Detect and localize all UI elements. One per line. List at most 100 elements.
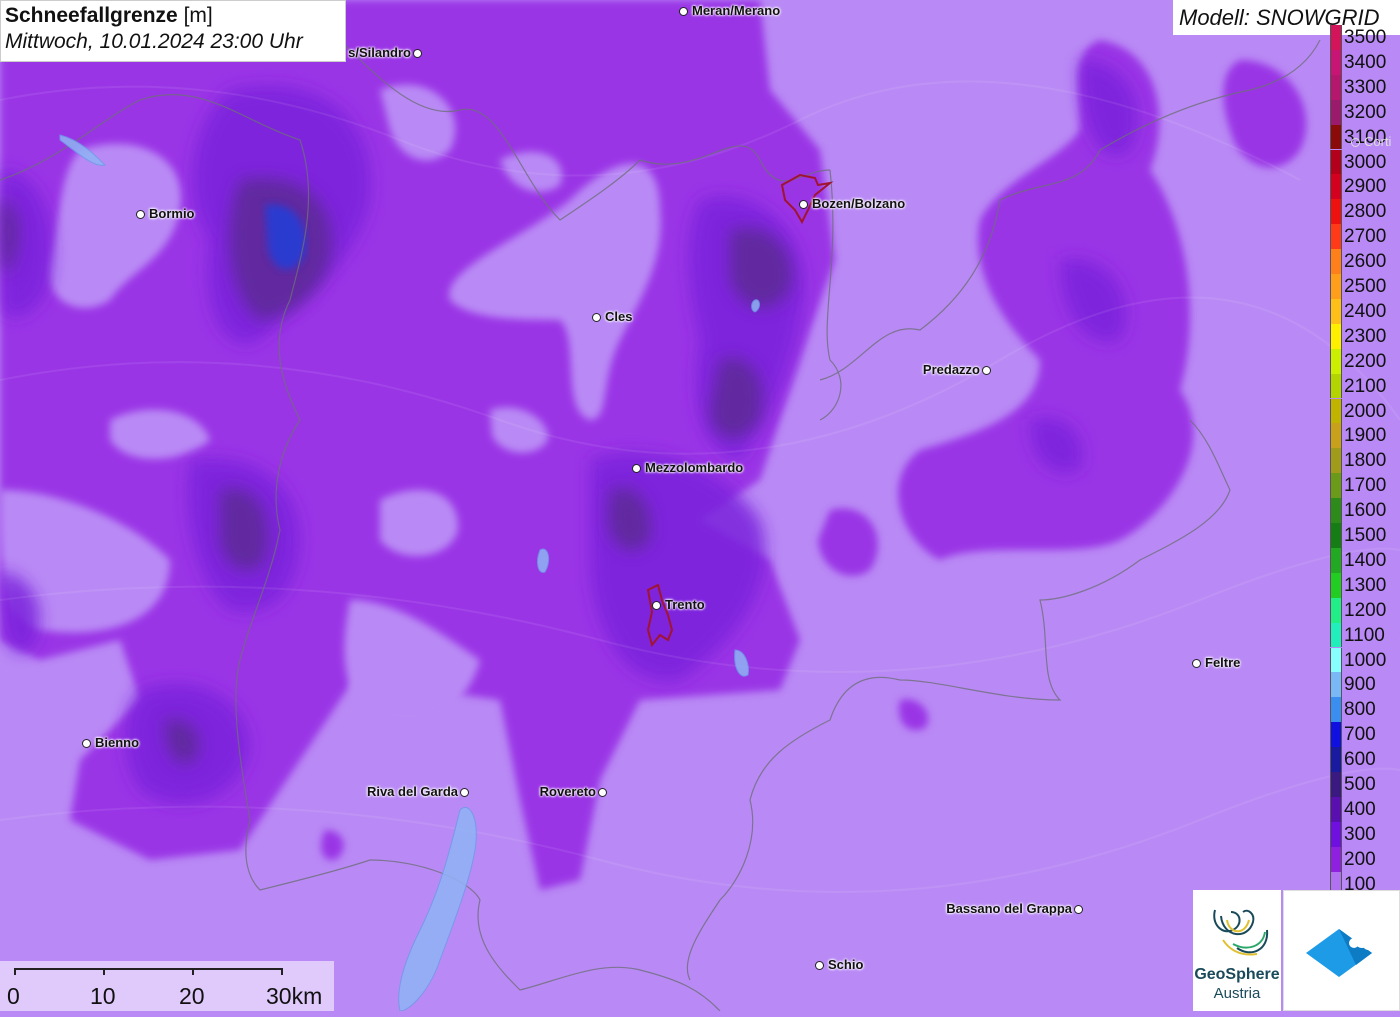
city-marker bbox=[82, 739, 91, 748]
legend-entry: 2500 bbox=[1328, 274, 1400, 299]
legend-label: 3200 bbox=[1344, 101, 1387, 123]
legend-label: 1700 bbox=[1344, 475, 1387, 497]
legend-label: 300 bbox=[1344, 823, 1376, 845]
legend-swatch bbox=[1330, 74, 1342, 100]
geosphere-swirl-icon bbox=[1213, 909, 1269, 956]
legend-entry: 800 bbox=[1328, 697, 1400, 723]
legend-swatch bbox=[1330, 448, 1342, 474]
city-label: Bienno bbox=[95, 735, 140, 750]
legend-label: 400 bbox=[1344, 798, 1376, 820]
city-label: Bozen/Bolzano bbox=[812, 196, 906, 211]
legend-label: 2800 bbox=[1344, 201, 1387, 223]
legend-label: 800 bbox=[1344, 699, 1376, 721]
legend-label: 3300 bbox=[1344, 76, 1387, 98]
legend-label: 3500 bbox=[1344, 27, 1387, 48]
legend-label: 1900 bbox=[1344, 425, 1387, 447]
legend-entry: 1700 bbox=[1328, 473, 1400, 499]
legend-entry: 1400 bbox=[1328, 547, 1400, 573]
city-marker bbox=[632, 464, 641, 473]
legend-swatch bbox=[1330, 498, 1342, 523]
legend-entry: 3000 bbox=[1328, 149, 1400, 175]
legend-label: 2500 bbox=[1344, 276, 1387, 297]
legend-swatch bbox=[1330, 647, 1342, 673]
cloud-diamond-icon bbox=[1306, 929, 1373, 977]
legend-swatch bbox=[1330, 199, 1342, 225]
legend-label: 1500 bbox=[1344, 525, 1387, 546]
legend-label: 1200 bbox=[1344, 599, 1387, 621]
geosphere-logo[interactable]: GeoSphere Austria bbox=[1193, 890, 1281, 1011]
map-title-box: Schneefallgrenze [m] Mittwoch, 10.01.202… bbox=[0, 0, 346, 62]
legend-entry: 1500 bbox=[1328, 523, 1400, 548]
legend-swatch bbox=[1330, 224, 1342, 250]
city-marker bbox=[652, 601, 661, 610]
legend-swatch bbox=[1330, 697, 1342, 723]
legend-swatch bbox=[1330, 547, 1342, 573]
city-label: Bormio bbox=[149, 206, 195, 221]
legend-swatch bbox=[1330, 473, 1342, 499]
legend-swatch bbox=[1330, 672, 1342, 698]
legend-label: 2200 bbox=[1344, 350, 1387, 372]
legend-label: 1800 bbox=[1344, 450, 1387, 472]
legend-swatch bbox=[1330, 398, 1342, 424]
legend-entry: 900 bbox=[1328, 672, 1400, 698]
map-subtitle: Mittwoch, 10.01.2024 23:00 Uhr bbox=[5, 30, 303, 53]
legend-swatch bbox=[1330, 99, 1342, 125]
legend-swatch bbox=[1330, 622, 1342, 648]
legend-label: 2100 bbox=[1344, 375, 1387, 397]
city-marker bbox=[592, 313, 601, 322]
legend-swatch bbox=[1330, 772, 1342, 797]
snowfall-map[interactable] bbox=[0, 0, 1400, 1011]
legend-swatch bbox=[1330, 572, 1342, 598]
legend-swatch bbox=[1330, 747, 1342, 772]
city-marker bbox=[1074, 905, 1083, 914]
legend-swatch bbox=[1330, 174, 1342, 200]
legend-swatch bbox=[1330, 274, 1342, 299]
scale-label-0: 0 bbox=[7, 983, 20, 1009]
legend-swatch bbox=[1330, 597, 1342, 623]
legend-entry: 2000 bbox=[1328, 398, 1400, 424]
legend-entry: 1600 bbox=[1328, 498, 1400, 523]
city-marker bbox=[982, 366, 991, 375]
legend-swatch bbox=[1330, 124, 1342, 150]
legend-label: 600 bbox=[1344, 749, 1376, 771]
city-marker bbox=[1351, 138, 1360, 147]
legend-entry: 1300 bbox=[1328, 572, 1400, 598]
legend-entry: 300 bbox=[1328, 821, 1400, 847]
city-label: Schio bbox=[828, 957, 864, 972]
legend-entry: 3200 bbox=[1328, 99, 1400, 125]
legend-swatch bbox=[1330, 722, 1342, 748]
legend-swatch bbox=[1330, 149, 1342, 175]
legend-swatch bbox=[1330, 298, 1342, 324]
legend-label: 1100 bbox=[1344, 624, 1385, 646]
city-marker bbox=[598, 788, 607, 797]
legend-label: 2000 bbox=[1344, 400, 1387, 422]
legend-entry: 400 bbox=[1328, 796, 1400, 822]
legend-entry: 700 bbox=[1328, 722, 1400, 748]
city-label: Trento bbox=[665, 597, 705, 612]
legend-label: 3000 bbox=[1344, 151, 1387, 173]
city-label: Rovereto bbox=[539, 784, 596, 799]
city-label: Meran/Merano bbox=[692, 3, 781, 18]
legend-label: 3400 bbox=[1344, 51, 1387, 73]
weather-app-logo[interactable] bbox=[1283, 890, 1400, 1011]
legend-label: 500 bbox=[1344, 774, 1376, 795]
legend-label: 200 bbox=[1344, 848, 1376, 870]
legend-swatch bbox=[1330, 249, 1342, 274]
legend-entry: 2400 bbox=[1328, 298, 1400, 324]
legend-entry: 2100 bbox=[1328, 373, 1400, 399]
legend-label: 2600 bbox=[1344, 251, 1387, 273]
legend-swatch bbox=[1330, 821, 1342, 847]
city-marker bbox=[136, 210, 145, 219]
legend-label: 900 bbox=[1344, 674, 1376, 696]
legend-swatch bbox=[1330, 49, 1342, 75]
legend-label: 700 bbox=[1344, 724, 1376, 746]
scale-label-10: 10 bbox=[90, 983, 116, 1009]
legend-entry: 3300 bbox=[1328, 74, 1400, 100]
title-main: Schneefallgrenze bbox=[5, 4, 178, 27]
legend-entry: 3500 bbox=[1328, 25, 1400, 50]
legend-swatch bbox=[1330, 796, 1342, 822]
legend-label: 2300 bbox=[1344, 325, 1387, 347]
legend-entry: 1200 bbox=[1328, 597, 1400, 623]
legend-swatch bbox=[1330, 25, 1342, 50]
legend-entry: 600 bbox=[1328, 747, 1400, 772]
